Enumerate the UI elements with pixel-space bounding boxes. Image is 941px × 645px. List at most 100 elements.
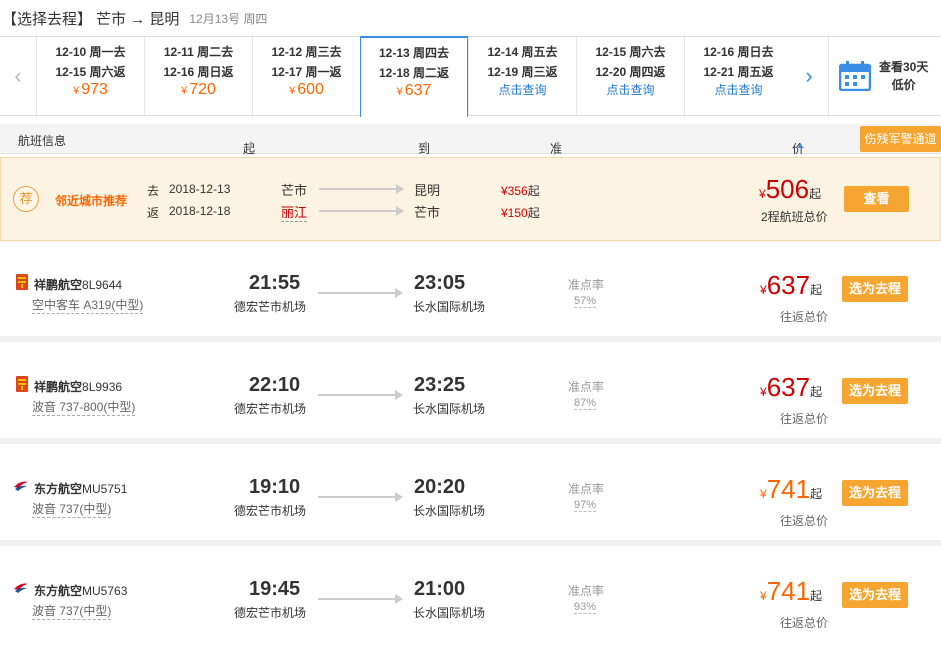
ontime-rate[interactable]: 57%: [574, 295, 597, 308]
flight-row: 祥鹏航空8L9936 波音 737-800(中型) 22:10 德宏芒市机场 2…: [0, 346, 941, 444]
nearby-city-recommendation: 荐 邻近城市推荐 去 2018-12-13 芒市 昆明 ¥356起 返 2018…: [0, 157, 941, 241]
aircraft-type[interactable]: 波音 737-800(中型): [32, 398, 136, 416]
departure-airport: 德宏芒市机场: [234, 402, 307, 416]
flight-arrow-icon: [318, 288, 403, 298]
price-unit: 起: [810, 385, 823, 399]
currency-symbol: ¥: [759, 187, 766, 201]
go-from-city: 芒市: [281, 183, 308, 198]
total-price-value: 506: [765, 174, 810, 204]
date-cell-depart: 12-13 周四去: [378, 46, 450, 60]
select-outbound-button[interactable]: 选为去程: [842, 276, 908, 302]
departure-airport: 德宏芒市机场: [234, 504, 307, 518]
round-trip-total-note: 往返总价: [780, 310, 829, 324]
flight-number: MU5751: [82, 482, 128, 496]
date-cell-3-selected[interactable]: 12-13 周四去 12-18 周二返 ¥637: [360, 36, 468, 117]
date-strip: ‹ 12-10 周一去 12-15 周六返 ¥973 12-11 周二去 12-…: [0, 36, 941, 117]
go-date: 2018-12-13: [169, 182, 231, 196]
ontime-label: 准点率: [568, 584, 605, 598]
airline-name: 东方航空MU5763: [34, 582, 127, 599]
column-header-bar: 航班信息 起飞时间⬍ 到达时间⬍ 准点率⬍ 价格▲: [0, 124, 941, 207]
next-dates-button[interactable]: ›: [790, 37, 828, 115]
xiangpeng-logo-icon: [16, 274, 28, 290]
flight-price: ¥741起: [760, 474, 822, 505]
flight-arrow-icon: [318, 390, 403, 400]
aircraft-type[interactable]: 波音 737(中型): [32, 500, 112, 518]
go-price: ¥356起: [501, 182, 540, 199]
back-to-city: 芒市: [414, 205, 441, 220]
date-cell-depart: 12-12 周三去: [271, 45, 342, 59]
price-value: 973: [81, 81, 108, 98]
ontime-rate[interactable]: 93%: [574, 601, 597, 614]
go-arrow-icon: [319, 184, 404, 194]
sort-icon: ⬍: [422, 140, 430, 150]
date-cell-query-link[interactable]: 点击查询: [685, 81, 792, 99]
currency-symbol: ¥: [396, 86, 403, 98]
price-unit: 起: [810, 283, 823, 297]
currency-symbol: ¥: [760, 385, 767, 399]
date-cell-query-link[interactable]: 点击查询: [577, 81, 684, 99]
military-channel-button[interactable]: 伤残军警通道: [860, 126, 941, 152]
flight-row: 祥鹏航空8L9644 空中客车 A319(中型) 21:55 德宏芒市机场 23…: [0, 244, 941, 342]
back-from-city[interactable]: 丽江: [281, 202, 308, 222]
calendar-label-line2: 低价: [891, 78, 916, 92]
currency-symbol: ¥: [760, 487, 767, 501]
date-cell-1[interactable]: 12-11 周二去 12-16 周日返 ¥720: [144, 37, 252, 115]
airline-label: 祥鹏航空: [34, 278, 83, 292]
date-cell-return: 12-15 周六返: [55, 65, 126, 79]
recommend-total-note: 2程航班总价: [761, 210, 828, 224]
prev-dates-button[interactable]: ‹: [0, 37, 36, 115]
xiangpeng-logo-icon: [16, 376, 28, 392]
date-cell-6[interactable]: 12-16 周日去 12-21 周五返 点击查询: [684, 37, 792, 115]
price-unit: 起: [810, 589, 823, 603]
date-cell-query-link[interactable]: 点击查询: [469, 81, 576, 99]
ontime-rate[interactable]: 87%: [574, 397, 597, 410]
arrival-airport: 长水国际机场: [413, 402, 486, 416]
back-arrow-icon: [319, 206, 404, 216]
flight-price: ¥637起: [760, 372, 822, 403]
arrival-airport: 长水国际机场: [413, 606, 486, 620]
calendar-30day-button[interactable]: 查看30天 低价: [828, 37, 941, 115]
select-outbound-button[interactable]: 选为去程: [842, 582, 908, 608]
date-cell-price: ¥973: [37, 81, 144, 100]
ontime-label: 准点率: [568, 482, 605, 496]
ontime-rate[interactable]: 97%: [574, 499, 597, 512]
round-trip-total-note: 往返总价: [780, 412, 829, 426]
aircraft-type[interactable]: 波音 737(中型): [32, 602, 112, 620]
price-value: 741: [766, 474, 811, 504]
select-outbound-button[interactable]: 选为去程: [842, 480, 908, 506]
departure-airport: 德宏芒市机场: [234, 606, 307, 620]
sort-icon: ⬍: [247, 140, 255, 150]
departure-time: 19:10: [249, 476, 301, 498]
recommend-title: 邻近城市推荐: [55, 194, 128, 208]
view-recommend-button[interactable]: 查看: [844, 186, 909, 212]
date-cell-return: 12-19 周三返: [487, 65, 558, 79]
arrival-airport: 长水国际机场: [413, 300, 486, 314]
selected-date: 12月13号 周四: [189, 11, 268, 26]
ontime-label: 准点率: [568, 380, 605, 394]
date-cell-5[interactable]: 12-15 周六去 12-20 周四返 点击查询: [576, 37, 684, 115]
back-price-value: ¥150: [501, 206, 528, 220]
price-value: 741: [766, 576, 811, 606]
price-value: 637: [766, 270, 811, 300]
back-price: ¥150起: [501, 204, 540, 221]
flight-arrow-icon: [318, 594, 403, 604]
sort-icon: ⬍: [554, 140, 562, 150]
date-cell-return: 12-21 周五返: [703, 65, 774, 79]
ontime-label: 准点率: [568, 278, 605, 292]
date-cell-2[interactable]: 12-12 周三去 12-17 周一返 ¥600: [252, 37, 360, 115]
price-unit: 起: [810, 487, 823, 501]
airline-label: 东方航空: [34, 482, 83, 496]
go-to-city: 昆明: [414, 183, 441, 198]
go-tag: 去: [147, 184, 160, 198]
price-value: 637: [404, 82, 432, 99]
date-cell-price: ¥600: [253, 81, 360, 100]
select-outbound-button[interactable]: 选为去程: [842, 378, 908, 404]
arrival-time: 23:25: [414, 374, 466, 396]
aircraft-type[interactable]: 空中客车 A319(中型): [32, 296, 144, 314]
date-cell-0[interactable]: 12-10 周一去 12-15 周六返 ¥973: [36, 37, 144, 115]
route-label: 芒市 → 昆明: [96, 10, 180, 28]
airline-name: 东方航空MU5751: [34, 480, 127, 497]
date-cell-4[interactable]: 12-14 周五去 12-19 周三返 点击查询: [468, 37, 576, 115]
date-cell-depart: 12-15 周六去: [595, 45, 666, 59]
flight-row: 东方航空MU5763 波音 737(中型) 19:45 德宏芒市机场 21:00…: [0, 550, 941, 645]
